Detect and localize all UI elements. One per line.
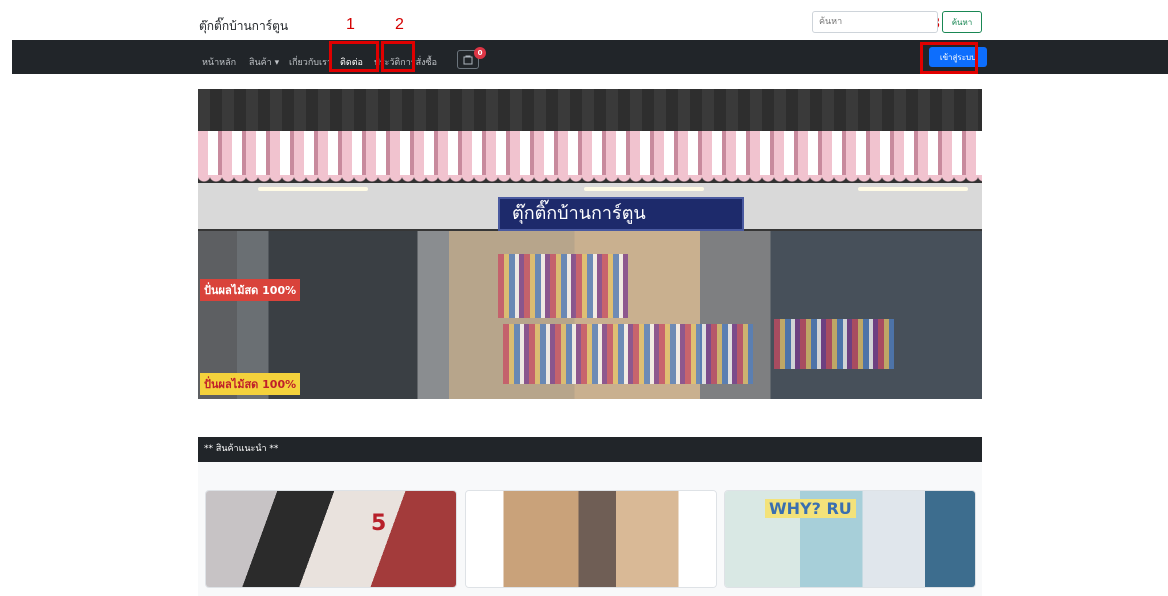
poster-fruit-juice-bottom: ปั่นผลไม้สด 100% (200, 373, 301, 395)
shop-sign: ตุ๊กติ๊กบ้านการ์ตูน (498, 197, 744, 231)
awning (198, 131, 982, 177)
product-card[interactable] (465, 490, 717, 588)
annotation-1: 1 (346, 16, 355, 33)
hero-banner-image: ตุ๊กติ๊กบ้านการ์ตูน ปั่นผลไม้สด 100% ปั่… (198, 89, 982, 399)
annotation-2: 2 (395, 16, 404, 33)
nav-item-products[interactable]: สินค้า ▾ (249, 55, 279, 69)
product-card[interactable]: 5 (205, 490, 457, 588)
brand-logo-text[interactable]: ตุ๊กติ๊กบ้านการ์ตูน (199, 17, 288, 36)
highlight-box-login (920, 42, 978, 74)
highlight-box-order-history (381, 41, 415, 72)
product-image[interactable] (206, 491, 456, 587)
nav-item-home[interactable]: หน้าหลัก (202, 55, 236, 69)
search-button[interactable]: ค้นหา (942, 11, 982, 33)
poster-fruit-juice-top: ปั่นผลไม้สด 100% (200, 279, 301, 301)
top-bar: ตุ๊กติ๊กบ้านการ์ตูน 1 2 3 ค้นหา (0, 0, 1168, 40)
highlight-box-contact (329, 41, 379, 72)
nav-item-about[interactable]: เกี่ยวกับเรา (289, 55, 332, 69)
product-card[interactable]: WHY? RU (724, 490, 976, 588)
recommended-header: ** สินค้าแนะนำ ** (198, 437, 982, 462)
product-title-art: WHY? RU (765, 499, 856, 518)
product-volume-number: 5 (371, 511, 387, 536)
cart-icon (463, 55, 473, 65)
cart-count-badge: 0 (474, 47, 486, 59)
search-input[interactable] (812, 11, 938, 33)
main-navbar: หน้าหลัก สินค้า ▾ เกี่ยวกับเรา ติดต่อ ปร… (12, 40, 1168, 74)
product-image[interactable] (466, 491, 716, 587)
